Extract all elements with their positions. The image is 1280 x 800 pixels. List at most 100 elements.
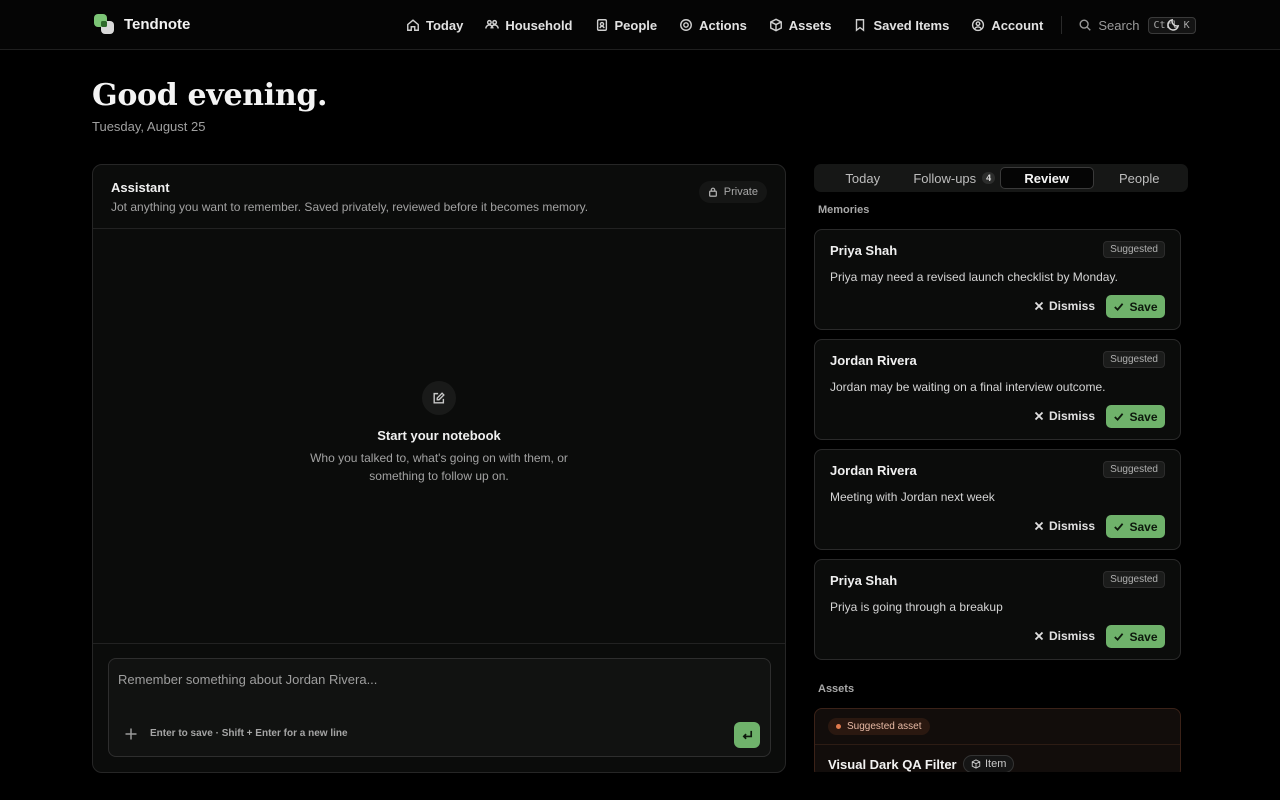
theme-toggle-button[interactable]	[1166, 17, 1182, 33]
assistant-panel: Assistant Jot anything you want to remem…	[92, 164, 786, 773]
attach-button[interactable]	[124, 727, 138, 741]
nav-label: Actions	[699, 17, 747, 33]
save-button[interactable]: Save	[1106, 515, 1165, 538]
review-tabs: Today Follow-ups 4 Review People	[814, 164, 1188, 192]
nav-label: Account	[991, 17, 1044, 33]
viewport-fold-mask	[800, 772, 1200, 800]
suggested-badge: Suggested	[1103, 461, 1165, 478]
note-input[interactable]	[118, 667, 758, 691]
tab-label: Review	[1024, 170, 1070, 186]
brand[interactable]: Tendnote	[93, 13, 190, 35]
save-button[interactable]: Save	[1106, 295, 1165, 318]
dismiss-label: Dismiss	[1049, 629, 1096, 643]
check-icon	[1114, 523, 1124, 531]
nav-label: Saved Items	[873, 17, 950, 33]
memories-section-label: Memories	[818, 204, 870, 216]
nav-item-saved-items[interactable]: Saved Items	[853, 18, 949, 33]
memory-person-name: Jordan Rivera	[830, 353, 917, 368]
dismiss-label: Dismiss	[1049, 409, 1096, 423]
current-date: Tuesday, August 25	[92, 119, 206, 134]
divider	[815, 744, 1180, 745]
box-icon	[971, 759, 981, 769]
memory-card: Jordan Rivera Suggested Meeting with Jor…	[814, 449, 1181, 550]
save-label: Save	[1129, 519, 1158, 534]
tab-label: Today	[845, 170, 881, 186]
users-icon	[485, 19, 500, 29]
nav-item-actions[interactable]: Actions	[679, 18, 747, 33]
close-icon	[1034, 631, 1044, 641]
submit-note-button[interactable]	[734, 722, 760, 748]
close-icon	[1034, 301, 1044, 311]
nav-item-household[interactable]: Household	[485, 17, 573, 33]
nav-divider	[1061, 16, 1063, 34]
dismiss-button[interactable]: Dismiss	[1034, 629, 1095, 643]
tab-follow-ups[interactable]: Follow-ups 4	[909, 167, 1001, 189]
nav-label: People	[614, 17, 658, 33]
close-icon	[1034, 411, 1044, 421]
tendnote-logo-icon	[94, 14, 114, 34]
edit-note-icon	[433, 392, 445, 404]
private-label: Private	[723, 186, 758, 198]
memory-text: Priya may need a revised launch checklis…	[830, 270, 1118, 284]
asset-card[interactable]: Suggested asset Visual Dark QA Filter It…	[814, 708, 1181, 778]
check-icon	[1114, 413, 1124, 421]
app-name: Tendnote	[124, 15, 191, 33]
user-circle-icon	[972, 18, 985, 32]
asset-type-badge: Item	[963, 755, 1015, 773]
empty-state-title: Start your notebook	[377, 428, 501, 443]
dismiss-button[interactable]: Dismiss	[1034, 409, 1095, 423]
check-icon	[1114, 303, 1124, 311]
memory-person-name: Priya Shah	[830, 243, 898, 258]
assets-section-label: Assets	[818, 683, 855, 695]
search-icon	[1079, 19, 1092, 31]
dismiss-button[interactable]: Dismiss	[1034, 299, 1095, 313]
asset-title: Visual Dark QA Filter	[828, 757, 957, 772]
top-navigation-bar: Tendnote Today Household People Actions …	[0, 0, 1280, 50]
assistant-header: Assistant Jot anything you want to remem…	[93, 165, 785, 229]
suggested-asset-badge: Suggested asset	[828, 718, 930, 735]
tab-review[interactable]: Review	[1000, 167, 1094, 189]
assistant-subtitle: Jot anything you want to remember. Saved…	[111, 200, 589, 214]
nav-item-assets[interactable]: Assets	[769, 17, 832, 33]
memory-card: Jordan Rivera Suggested Jordan may be wa…	[814, 339, 1181, 440]
nav-item-account[interactable]: Account	[971, 18, 1043, 33]
contacts-icon	[596, 19, 607, 31]
suggested-badge: Suggested	[1103, 241, 1165, 258]
memory-card: Priya Shah Suggested Priya may need a re…	[814, 229, 1181, 330]
memory-text: Meeting with Jordan next week	[830, 490, 995, 504]
memory-card: Priya Shah Suggested Priya is going thro…	[814, 559, 1181, 660]
suggested-badge: Suggested	[1103, 351, 1165, 368]
nav-label: Assets	[788, 17, 832, 33]
tab-people[interactable]: People	[1094, 167, 1186, 189]
nav-item-people[interactable]: People	[595, 17, 658, 33]
composer-area: Enter to save · Shift + Enter for a new …	[93, 643, 785, 772]
status-dot	[836, 724, 841, 729]
memory-person-name: Priya Shah	[830, 573, 898, 588]
bookmark-icon	[856, 19, 865, 32]
assistant-title: Assistant	[111, 180, 170, 195]
save-label: Save	[1129, 629, 1158, 644]
plus-icon	[125, 728, 137, 740]
close-icon	[1034, 521, 1044, 531]
save-button[interactable]: Save	[1106, 405, 1165, 428]
empty-state-icon-wrap	[422, 381, 456, 415]
composer-hint: Enter to save · Shift + Enter for a new …	[150, 728, 348, 739]
asset-badge-label: Suggested asset	[847, 721, 922, 732]
tab-today[interactable]: Today	[817, 167, 909, 189]
target-icon	[680, 19, 693, 31]
search-label: Search	[1098, 17, 1140, 33]
asset-type-label: Item	[985, 758, 1007, 770]
save-button[interactable]: Save	[1106, 625, 1165, 648]
main-nav: Today Household People Actions Assets Sa…	[406, 0, 1196, 50]
nav-label: Household	[505, 17, 573, 33]
nav-item-today[interactable]: Today	[406, 18, 463, 33]
check-icon	[1114, 633, 1124, 641]
memory-text: Jordan may be waiting on a final intervi…	[830, 380, 1106, 394]
empty-state: Start your notebook Who you talked to, w…	[93, 229, 785, 643]
tab-label: People	[1119, 170, 1160, 186]
follow-ups-count-badge: 4	[982, 172, 996, 184]
tab-label: Follow-ups	[913, 170, 977, 186]
dismiss-button[interactable]: Dismiss	[1034, 519, 1095, 533]
moon-icon	[1167, 18, 1180, 31]
enter-icon	[742, 730, 752, 739]
